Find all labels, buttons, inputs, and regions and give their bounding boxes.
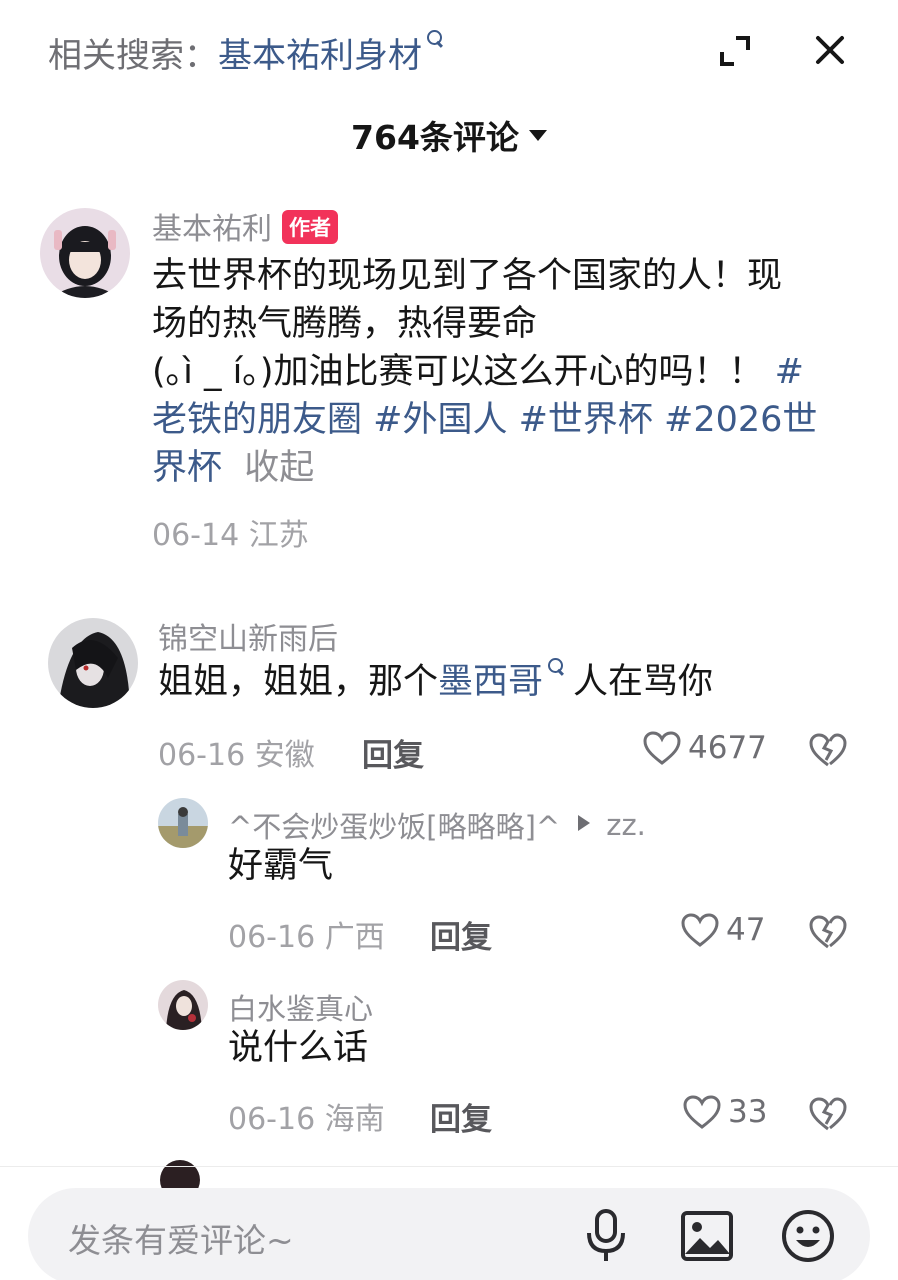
avatar[interactable] xyxy=(40,208,130,298)
post-line: (｡ì _ í｡)加油比赛可以这么开心的吗！！ # xyxy=(152,348,858,396)
like-button[interactable]: 47 xyxy=(680,912,765,948)
search-link[interactable]: 墨西哥 xyxy=(438,662,543,702)
caret-down-icon xyxy=(528,129,547,141)
comment-input-bar[interactable]: 发条有爱评论~ xyxy=(28,1188,870,1280)
reply-button[interactable]: 回复 xyxy=(430,912,492,957)
related-search-term[interactable]: 基本祐利身材 xyxy=(218,28,422,77)
search-icon xyxy=(426,29,444,51)
reply-meta: 06-16 广西 xyxy=(228,920,385,955)
expand-icon[interactable] xyxy=(718,34,752,68)
post-line: 界杯 收起 xyxy=(152,444,858,492)
author-badge: 作者 xyxy=(282,210,338,244)
comment-input[interactable]: 发条有爱评论~ xyxy=(68,1214,294,1262)
divider xyxy=(0,1166,898,1167)
post-line-text: (｡ì _ í｡)加油比赛可以这么开心的吗！！ xyxy=(152,352,764,392)
author-name[interactable]: 基本祐利 作者 xyxy=(152,204,338,248)
comment-meta: 06-16 安徽 xyxy=(158,738,315,773)
avatar[interactable] xyxy=(158,980,208,1030)
broken-heart-icon[interactable] xyxy=(808,914,848,950)
comment-text-part: 人在骂你 xyxy=(573,662,714,702)
hashtag[interactable]: # xyxy=(775,352,804,392)
comment-sheet: 相关搜索： 基本祐利身材 764条评论 基本祐利 作者 去世界杯的现场见到了各个国… xyxy=(0,0,898,1280)
post-line: 场的热气腾腾，热得要命 xyxy=(152,304,538,344)
like-count: 4677 xyxy=(688,730,767,766)
comment-count: 764条评论 xyxy=(351,118,519,157)
post-meta: 06-14 江苏 xyxy=(152,518,309,553)
post-line: 去世界杯的现场见到了各个国家的人！现 xyxy=(152,256,783,296)
related-search-prefix: 相关搜索： xyxy=(48,35,218,76)
replier-name[interactable]: ^不会炒蛋炒饭[略略略]^ xyxy=(228,804,560,846)
like-button[interactable]: 33 xyxy=(682,1094,767,1130)
author-post-text: 去世界杯的现场见到了各个国家的人！现 场的热气腾腾，热得要命 (｡ì _ í｡)… xyxy=(152,252,858,492)
image-icon[interactable] xyxy=(680,1210,734,1262)
heart-icon xyxy=(681,913,719,947)
author-name-text: 基本祐利 xyxy=(152,212,272,247)
reply-meta: 06-16 海南 xyxy=(228,1102,385,1137)
search-icon xyxy=(547,657,565,679)
collapse-button[interactable]: 收起 xyxy=(244,448,314,488)
like-button[interactable]: 4677 xyxy=(642,730,767,766)
close-icon[interactable] xyxy=(812,32,848,68)
broken-heart-icon[interactable] xyxy=(808,732,848,768)
broken-heart-icon[interactable] xyxy=(808,1096,848,1132)
related-search[interactable]: 相关搜索： 基本祐利身材 xyxy=(48,28,444,76)
like-count: 33 xyxy=(728,1094,768,1130)
heart-icon xyxy=(683,1095,721,1129)
reply-button[interactable]: 回复 xyxy=(430,1094,492,1139)
like-count: 47 xyxy=(726,912,766,948)
microphone-icon[interactable] xyxy=(584,1208,628,1264)
reply-text: 好霸气 xyxy=(228,846,334,886)
comment-text: 姐姐，姐姐，那个墨西哥 人在骂你 xyxy=(158,658,713,706)
comment-count-header[interactable]: 764条评论 xyxy=(0,110,898,160)
heart-icon xyxy=(643,731,681,765)
reply-to-name[interactable]: zz. xyxy=(606,808,646,842)
reply-header: ^不会炒蛋炒饭[略略略]^ zz. xyxy=(228,804,646,846)
play-right-icon xyxy=(578,815,591,831)
comment-text-part: 姐姐，姐姐，那个 xyxy=(158,662,439,702)
avatar[interactable] xyxy=(158,798,208,848)
emoji-icon[interactable] xyxy=(780,1208,836,1264)
hashtag-line[interactable]: 老铁的朋友圈 #外国人 #世界杯 #2026世 xyxy=(152,396,858,444)
avatar[interactable] xyxy=(48,618,138,708)
replier-name[interactable]: 白水鉴真心 xyxy=(228,986,373,1028)
reply-text: 说什么话 xyxy=(228,1028,369,1068)
hashtag[interactable]: 界杯 xyxy=(152,448,222,488)
reply-button[interactable]: 回复 xyxy=(362,730,424,775)
commenter-name[interactable]: 锦空山新雨后 xyxy=(158,614,338,658)
